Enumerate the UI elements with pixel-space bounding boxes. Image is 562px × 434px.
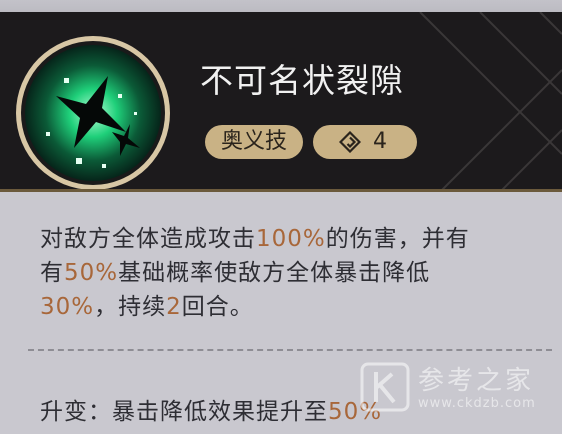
desc-value: 2 [166, 294, 182, 320]
skill-type-tag: 奥义技 [205, 125, 303, 159]
desc-text: 回合。 [181, 294, 254, 320]
skill-description: 对敌方全体造成攻击100%的伤害，并有有50%基础概率使敌方全体暴击降低 30%，… [40, 222, 540, 324]
upgrade-text: 暴击降低效果提升至 [112, 399, 328, 425]
skill-cost-tag: 4 [313, 125, 417, 159]
desc-text: 的伤害，并有 [325, 226, 470, 252]
top-strip [0, 0, 562, 12]
desc-value: 30% [40, 294, 95, 320]
skill-cost-value: 4 [373, 129, 387, 154]
watermark-logo-icon [360, 362, 410, 412]
skill-type-label: 奥义技 [220, 129, 287, 154]
watermark-text: 参考之家 [418, 366, 535, 396]
upgrade-label: 升变： [40, 399, 112, 425]
section-divider [28, 349, 552, 351]
watermark: 参考之家 www.ckdzb.com [360, 360, 560, 420]
watermark-url: www.ckdzb.com [418, 396, 536, 411]
skill-name: 不可名状裂隙 [200, 61, 404, 100]
header-border [0, 189, 562, 192]
diamond-swirl-icon [339, 131, 361, 153]
desc-value: 100% [256, 226, 326, 252]
desc-text: 有 [40, 260, 64, 286]
green-rift-orb-icon [16, 36, 170, 190]
upgrade-line: 升变：暴击降低效果提升至50% [40, 392, 382, 426]
desc-text: ，持续 [94, 294, 167, 320]
desc-text: 基础概率使敌方全体暴击降低 [118, 260, 431, 286]
desc-text: 对敌方全体造成攻击 [40, 226, 256, 252]
skill-header: 不可名状裂隙 奥义技 4 [0, 12, 562, 192]
desc-value: 50% [64, 260, 119, 286]
